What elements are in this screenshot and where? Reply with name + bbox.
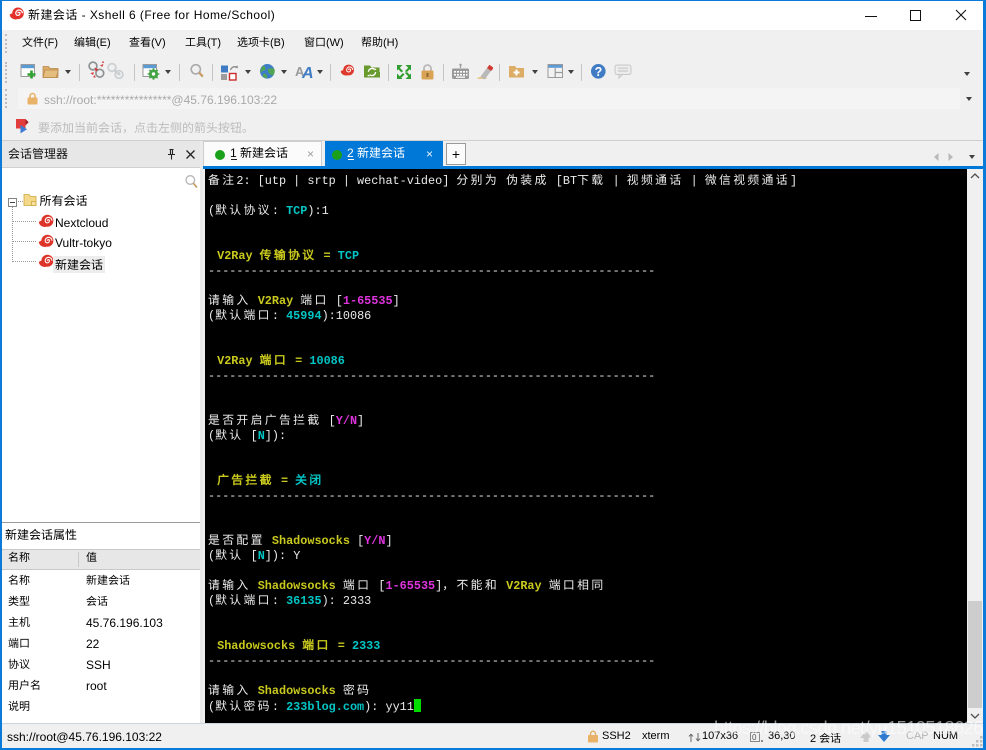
- svg-text:?: ?: [595, 65, 603, 79]
- svg-text:A: A: [301, 65, 313, 80]
